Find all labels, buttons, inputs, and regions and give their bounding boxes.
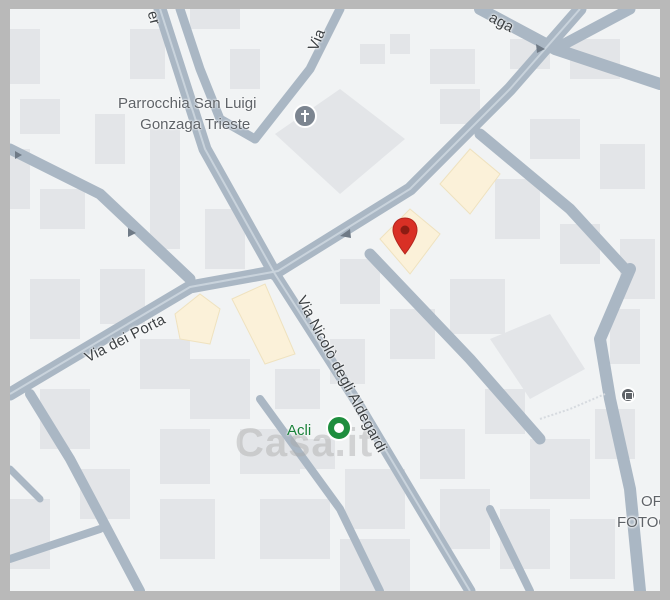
acli-poi-label[interactable]: Acli <box>287 422 311 439</box>
bus-stop-icon[interactable] <box>620 387 636 403</box>
map-pin-icon[interactable] <box>392 217 418 255</box>
church-label-line2: Gonzaga Trieste <box>140 116 251 133</box>
place-icon[interactable] <box>326 415 352 441</box>
church-icon[interactable] <box>293 104 317 128</box>
church-label-line1: Parrocchia San Luigi <box>118 95 257 112</box>
map-base-layer <box>10 9 660 591</box>
map-canvas[interactable]: Casa.it Parrocchia San Luigi Gonzaga Tri… <box>10 9 660 591</box>
edge-label-line1: OF <box>641 493 660 510</box>
church-poi-label[interactable]: Parrocchia San Luigi Gonzaga Trieste <box>118 93 256 135</box>
map-frame: Casa.it Parrocchia San Luigi Gonzaga Tri… <box>0 0 670 600</box>
edge-label-line2: FOTOC <box>617 514 660 531</box>
